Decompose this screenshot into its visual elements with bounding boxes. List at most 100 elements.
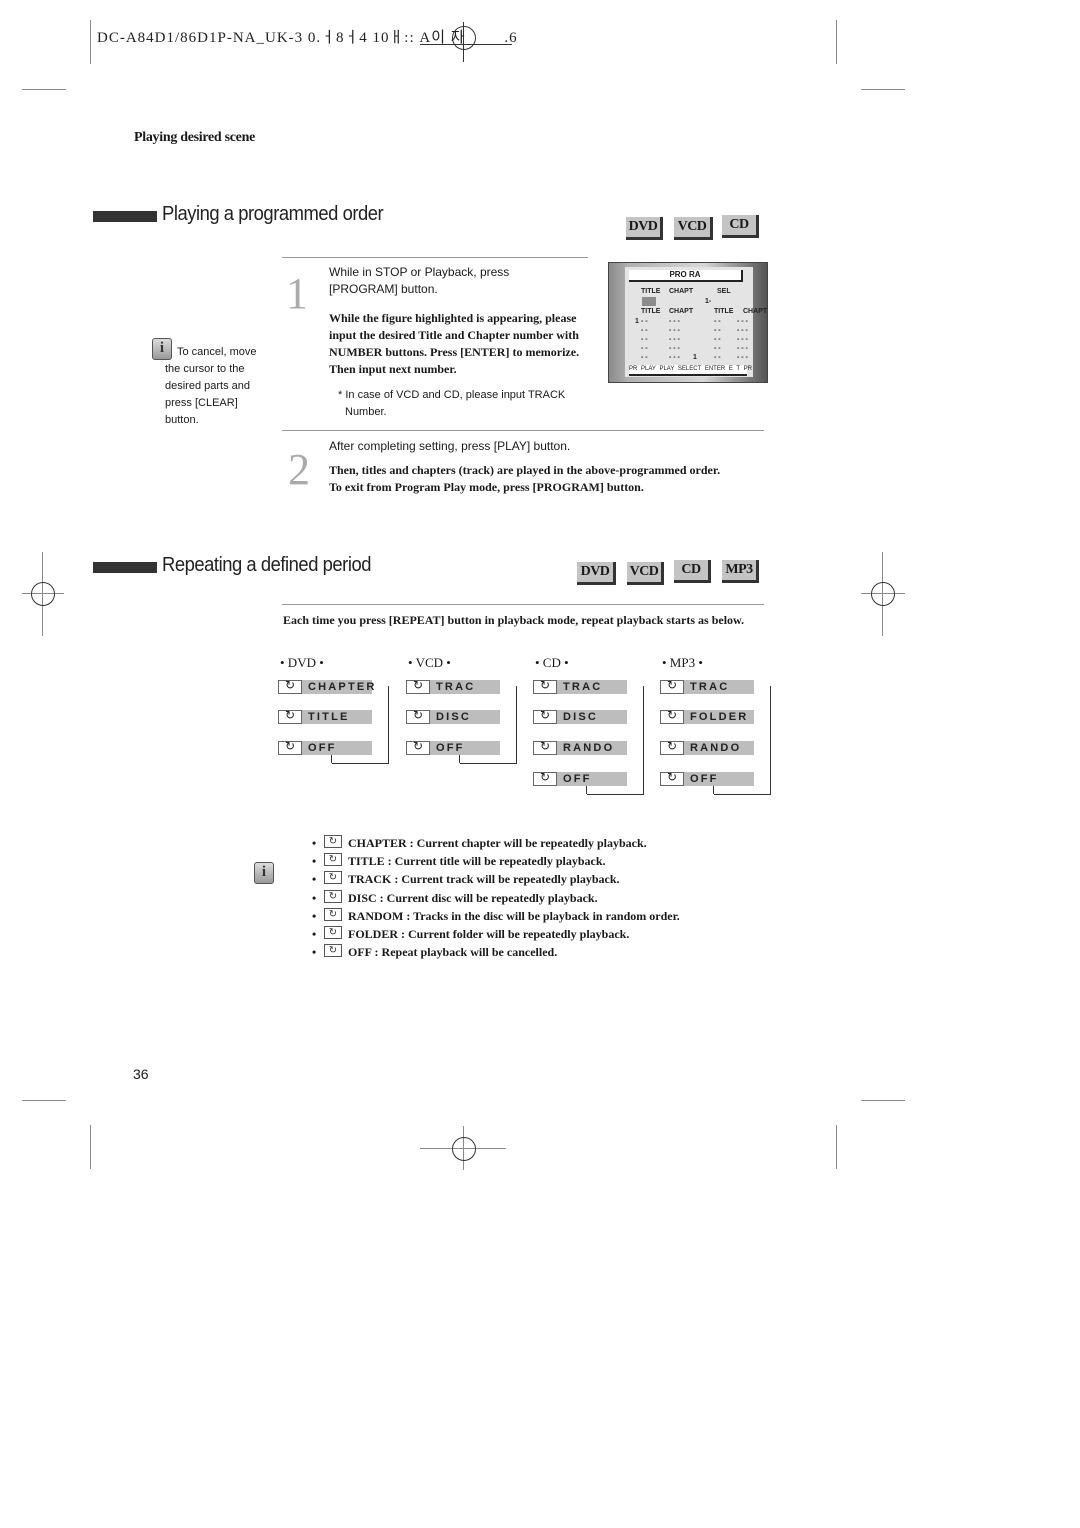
- bullet: •: [312, 872, 317, 887]
- badge-cd: CD: [722, 215, 759, 238]
- badge-vcd: VCD: [674, 217, 713, 240]
- repeat-icon: [533, 708, 557, 724]
- repeat-icon: [406, 739, 430, 755]
- step-number-1: 1: [286, 269, 308, 318]
- program-screen-panel: PRO RA TITLE CHAPT SEL 1- TITLE CHAPT TI…: [625, 267, 767, 377]
- repeat-icon: [324, 924, 342, 942]
- section-title-repeating: Repeating a defined period: [162, 554, 372, 576]
- osd-col-title: TITLE: [641, 308, 661, 315]
- osd-empty-slot: - -: [641, 354, 648, 361]
- repeat-icon: [406, 708, 430, 724]
- osd-col-chapt2: CHAPT: [743, 308, 768, 315]
- tip-line: To cancel, move: [177, 346, 257, 358]
- crop-mark: [90, 20, 91, 64]
- osd-empty-slot: - -: [714, 345, 721, 352]
- osd-col-title2: TITLE: [714, 308, 734, 315]
- badge-dvd: DVD: [577, 562, 616, 585]
- page-subtitle: Playing desired scene: [134, 130, 255, 145]
- repeat-icon: [660, 739, 684, 755]
- step-number-2: 2: [288, 445, 310, 494]
- badge-dvd: DVD: [626, 217, 663, 240]
- osd-empty-slot: - -: [714, 354, 721, 361]
- legend-text: TITLE : Current title will be repeatedly…: [348, 854, 606, 869]
- osd-empty-slot: - - -: [737, 318, 748, 325]
- legend-item: • FOLDER : Current folder will be repeate…: [312, 924, 680, 943]
- repeat-icon: [278, 708, 302, 724]
- step1-detail-line: NUMBER buttons. Press [ENTER] to memoriz…: [329, 345, 580, 359]
- badge-mp3: MP3: [722, 560, 759, 583]
- repeat-intro: Each time you press [REPEAT] button in p…: [283, 613, 745, 627]
- legend-item: • RANDOM : Tracks in the disc will be pla…: [312, 906, 680, 925]
- crop-mark: [22, 89, 66, 90]
- osd-highlight-cursor: [642, 297, 656, 306]
- legend-text: OFF : Repeat playback will be cancelled.: [348, 945, 558, 960]
- repeat-cycle-bracket: [713, 686, 771, 795]
- repeat-icon: [660, 678, 684, 694]
- bullet: •: [312, 854, 317, 869]
- repeat-column-heading: • MP3 •: [662, 655, 703, 670]
- section-title-programmed-order: Playing a programmed order: [162, 203, 384, 225]
- step1-detail-line: Then input next number.: [329, 362, 457, 376]
- osd-empty-slot: - - -: [737, 336, 748, 343]
- osd-footer: PR PLAY PLAY SELECT ENTER E T PR: [629, 365, 752, 376]
- crop-mark: [22, 1100, 66, 1101]
- tip-text: To cancel, move the cursor to the desire…: [165, 344, 256, 429]
- repeat-cycle-bracket: [331, 686, 389, 764]
- osd-empty-slot: - -: [641, 318, 648, 325]
- step1-detail-line: input the desired Title and Chapter numb…: [329, 328, 579, 342]
- step1-detail: While the figure highlighted is appearin…: [329, 310, 579, 378]
- repeat-icon: [278, 678, 302, 694]
- osd-empty-slot: - -: [641, 327, 648, 334]
- legend-item: • OFF : Repeat playback will be cancelled…: [312, 942, 680, 961]
- osd-empty-slot: - - -: [737, 327, 748, 334]
- repeat-icon: [533, 770, 557, 786]
- program-screen: PRO RA TITLE CHAPT SEL 1- TITLE CHAPT TI…: [608, 262, 768, 383]
- step2-detail-line: To exit from Program Play mode, press [P…: [329, 480, 644, 494]
- repeat-cycle-bracket: [586, 686, 644, 795]
- registration-mark: [871, 582, 895, 606]
- badge-vcd: VCD: [627, 562, 664, 585]
- program-screen-title: PRO RA: [629, 270, 743, 282]
- divider: [282, 257, 588, 258]
- legend-item: • TRACK : Current track will be repeatedl…: [312, 869, 680, 888]
- crop-mark: [836, 1125, 837, 1169]
- tip-line: button.: [165, 414, 199, 426]
- legend-item: • TITLE : Current title will be repeatedl…: [312, 851, 680, 870]
- osd-header-sel: SEL: [717, 288, 731, 295]
- repeat-icon: [278, 739, 302, 755]
- registration-mark: [452, 1137, 476, 1161]
- legend-item: • DISC : Current disc will be repeatedly …: [312, 888, 680, 907]
- step1-instruction: While in STOP or Playback, press [PROGRA…: [329, 264, 509, 298]
- repeat-icon: [324, 869, 342, 887]
- header-underline: [420, 44, 512, 45]
- repeat-icon: [660, 770, 684, 786]
- repeat-cycle-bracket: [459, 686, 517, 764]
- repeat-icon: [324, 833, 342, 851]
- crop-mark: [861, 1100, 905, 1101]
- osd-empty-slot: - -: [641, 345, 648, 352]
- osd-empty-slot: - - -: [669, 336, 680, 343]
- repeat-icon: [324, 942, 342, 960]
- tip-line: press [CLEAR]: [165, 397, 238, 409]
- crop-mark: [861, 89, 905, 90]
- bullet: •: [312, 926, 317, 941]
- osd-empty-slot: - - -: [669, 318, 680, 325]
- divider: [282, 430, 764, 431]
- osd-header-chapt: CHAPT: [669, 288, 694, 295]
- osd-page-number: 1: [693, 354, 697, 361]
- legend-text: FOLDER : Current folder will be repeated…: [348, 926, 630, 941]
- info-icon: [254, 862, 274, 884]
- step1-note: * In case of VCD and CD, please input TR…: [338, 387, 565, 421]
- osd-header-title: TITLE: [641, 288, 661, 295]
- repeat-legend: • CHAPTER : Current chapter will be repea…: [312, 833, 680, 961]
- step2-detail-line: Then, titles and chapters (track) are pl…: [329, 463, 721, 477]
- badge-cd: CD: [674, 560, 711, 583]
- crop-mark: [836, 20, 837, 64]
- osd-empty-slot: - - -: [737, 345, 748, 352]
- tip-line: desired parts and: [165, 380, 250, 392]
- osd-sel-value: 1-: [705, 298, 712, 305]
- bullet: •: [312, 908, 317, 923]
- repeat-column-heading: • VCD •: [408, 655, 451, 670]
- divider: [282, 604, 764, 605]
- legend-text: DISC : Current disc will be repeatedly p…: [348, 890, 598, 905]
